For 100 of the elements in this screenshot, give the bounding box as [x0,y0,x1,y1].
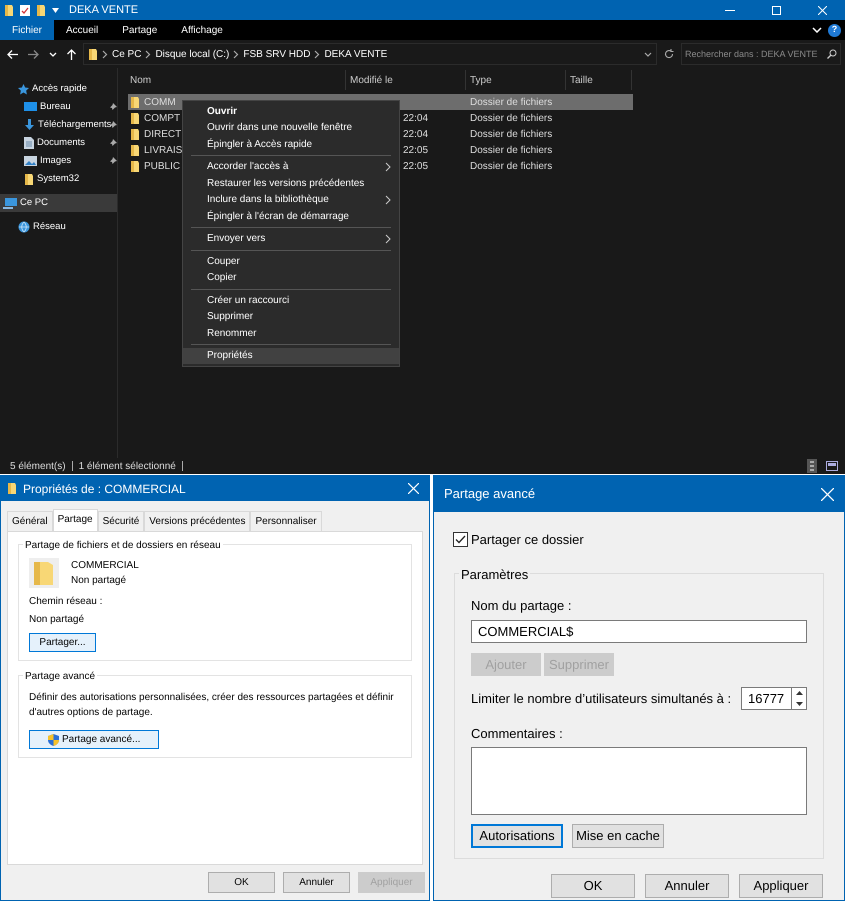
menu-item[interactable]: Envoyer vers [183,230,399,247]
column-header[interactable]: Taille [566,70,632,90]
back-arrow-icon [7,50,18,58]
menu-item[interactable]: Ouvrir dans une nouvelle fenêtre [183,120,399,136]
image-icon [24,156,37,166]
file-name[interactable]: PUBLIC [144,158,180,174]
close-icon [408,483,419,494]
tab[interactable]: Général [7,511,53,532]
shield-icon [48,734,59,746]
action-button[interactable]: Autorisations [471,824,563,848]
menu-item[interactable]: Épingler à Accès rapide [183,136,399,152]
breadcrumb-item[interactable]: Ce PC [112,46,142,62]
nav-item[interactable]: Accès rapide [0,80,117,98]
file-name[interactable]: DIRECT [144,126,182,142]
user-limit-field[interactable]: 16777 [741,687,791,710]
breadcrumb-item[interactable]: FSB SRV HDD [243,46,310,62]
nav-item[interactable]: Réseau [0,218,117,236]
breadcrumb-item[interactable]: DEKA VENTE [324,46,388,62]
folder-icon [24,174,34,184]
status-text: 5 élément(s) [10,460,66,474]
menu-item[interactable]: Ouvrir [183,103,399,120]
menu-item[interactable]: Créer un raccourci [183,292,399,308]
ribbon-tab[interactable]: Affichage [169,20,235,40]
star-icon [18,84,29,94]
tab[interactable]: Partage [52,509,98,532]
menu-item[interactable]: Restaurer les versions précédentes [183,175,399,192]
properties-check-icon[interactable] [20,4,30,16]
column-header[interactable]: Type [466,70,566,90]
tiles-view-button[interactable] [823,461,841,471]
globe-icon [18,221,30,233]
search-field[interactable]: Rechercher dans : DEKA VENTE [681,43,841,65]
description-text: Définir des autorisations personnalisées, créer des ressources partagées et définir d'autres options de partage. [29,691,395,720]
checkbox[interactable] [453,532,468,548]
file-type: Dossier de fichiers [470,128,552,140]
dialog-button[interactable]: OK [208,872,275,893]
collapse-chevron-icon[interactable] [812,27,822,33]
tab[interactable]: Versions précédentes [144,511,250,532]
nav-item[interactable]: Documents [0,134,117,152]
dialog-button[interactable]: Appliquer [739,874,823,898]
group-title: Partage avancé [23,669,98,684]
group-title: Partage de fichiers et de dossiers en réseau [23,538,223,554]
tab[interactable]: Personnaliser [250,511,322,532]
folder-icon [4,4,14,16]
menu-item[interactable]: Copier [183,270,399,286]
file-type: Dossier de fichiers [470,144,552,156]
chevron-icon [145,50,152,58]
download-arrow-icon [24,119,35,131]
field-label: Chemin réseau : [29,595,104,610]
menu-item[interactable]: Renommer [183,325,399,342]
folder-icon [130,160,140,172]
spin-buttons[interactable] [791,687,807,710]
nav-item[interactable]: Ce PC [0,194,117,212]
dialog-button[interactable]: OK [551,874,635,898]
folder-icon [7,483,17,494]
spin-down-icon[interactable] [796,702,802,706]
nav-item[interactable]: Bureau [0,98,117,116]
menu-item[interactable]: Propriétés [183,348,399,364]
chevron-down-icon[interactable] [644,52,652,56]
file-type: Dossier de fichiers [470,112,552,124]
ribbon-tab[interactable]: Accueil [54,20,110,40]
column-header[interactable]: Modifié le [346,70,466,90]
menu-item[interactable]: Épingler à l'écran de démarrage [183,208,399,224]
breadcrumb-item[interactable]: Disque local (C:) [155,46,230,62]
column-header[interactable]: Nom [118,70,346,90]
ribbon-tab[interactable]: Partage [110,20,170,40]
share-button[interactable]: Partager... [29,633,96,652]
refresh-icon [664,49,674,59]
menu-item[interactable]: Inclure dans la bibliothèque [183,192,399,208]
folder-icon [88,48,98,60]
comments-field[interactable] [471,746,807,814]
nav-item[interactable]: Téléchargements [0,116,117,134]
action-button[interactable]: Mise en cache [572,824,664,848]
chevron-icon [233,50,240,58]
checkbox-label: Partager ce dossier [471,531,584,549]
maximize-icon [772,6,780,14]
spin-up-icon[interactable] [796,691,802,696]
file-name[interactable]: COMPT [144,110,180,126]
document-icon [24,137,34,149]
menu-item[interactable]: Couper [183,253,399,270]
menu-item[interactable]: Supprimer [183,308,399,325]
nav-item[interactable]: Images [0,152,117,170]
chevron-down-icon [49,52,57,56]
dialog-button[interactable]: Annuler [645,874,729,898]
file-name[interactable]: COMM [144,94,176,110]
field-label: Commentaires : [471,725,564,743]
folder-icon [130,96,140,108]
dropdown-icon[interactable] [52,8,59,12]
share-name-field[interactable]: COMMERCIAL$ [471,620,807,643]
modified-date: 22:05 [403,144,428,156]
modified-date: 22:05 [403,160,428,172]
advanced-sharing-button[interactable]: Partage avancé... [29,730,159,750]
details-view-button[interactable] [807,459,817,473]
help-icon[interactable]: ? [828,24,841,36]
address-bar[interactable]: Ce PC Disque local (C:) FSB SRV HDD DEKA VENTE [83,43,657,65]
file-name[interactable]: LIVRAIS [144,142,182,158]
ribbon-tab[interactable]: Fichier [0,20,54,40]
tab[interactable]: Sécurité [98,511,144,532]
menu-item[interactable]: Accorder l'accès à [183,158,399,175]
dialog-button[interactable]: Annuler [283,872,350,893]
nav-item[interactable]: System32 [0,170,117,188]
